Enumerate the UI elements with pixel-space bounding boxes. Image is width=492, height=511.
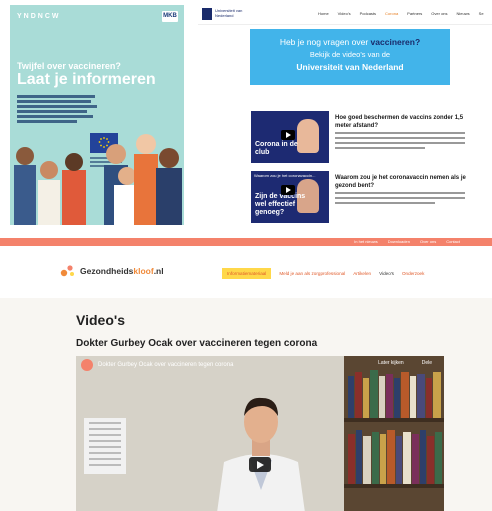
uni-nav-podcasts[interactable]: Podcasts — [360, 11, 376, 16]
menu-onderzoek[interactable]: Onderzoek — [402, 271, 424, 276]
uni-logo-icon[interactable] — [202, 8, 212, 20]
top-link-strip: In het nieuws Downloaden Over ons Contac… — [0, 238, 492, 246]
site-header: Gezondheidskloof.nl Informatiemateriaal … — [0, 246, 492, 298]
uni-nav-corona[interactable]: Corona — [385, 11, 398, 16]
menu-videos[interactable]: Video's — [379, 271, 394, 276]
brand-logo[interactable]: Gezondheidskloof.nl — [60, 264, 164, 278]
menu-zorgprofessional[interactable]: Meld je aan als zorgprofessional — [279, 271, 345, 276]
banner-line-3: Universiteit van Nederland — [296, 62, 404, 72]
wall-poster — [84, 418, 126, 474]
doctor-figure — [217, 397, 305, 511]
video-card[interactable]: Corona in de club Hoe goed beschermen de… — [251, 111, 471, 163]
vaccination-poster: YNDNCW MKB Twijfel over vaccineren? Laat… — [10, 5, 184, 225]
banner-line-1: Heb je nog vragen over vaccineren? — [279, 37, 421, 47]
poster-badge: MKB — [162, 11, 178, 22]
play-icon[interactable] — [281, 130, 295, 140]
top-link-contact[interactable]: Contact — [446, 239, 460, 244]
channel-avatar[interactable] — [81, 359, 93, 371]
video-heading: Dokter Gurbey Ocak over vaccineren tegen… — [76, 338, 318, 349]
thumbnail-caption: Zijn de vaccins wel effectief genoeg? — [255, 193, 306, 216]
banner-line-2: Bekijk de video's van de — [309, 50, 391, 59]
page-title: Video's — [76, 312, 125, 328]
play-button[interactable] — [249, 457, 271, 472]
top-link-over-ons[interactable]: Over ons — [420, 239, 436, 244]
uni-banner[interactable]: Heb je nog vragen over vaccineren? Bekij… — [250, 29, 450, 85]
uni-nav-more[interactable]: Se — [479, 11, 484, 16]
thumbnail-title: Waarom zou je het coronavaccin... — [254, 173, 316, 178]
uni-nav: Home Video's Podcasts Corona Partners Ov… — [318, 11, 484, 16]
top-link-nieuws[interactable]: In het nieuws — [354, 239, 378, 244]
uni-nav-home[interactable]: Home — [318, 11, 329, 16]
brand-dots-icon — [60, 265, 74, 277]
video-thumbnail[interactable]: Waarom zou je het coronavaccin... Zijn d… — [251, 171, 329, 223]
menu-informatiemateriaal[interactable]: Informatiemateriaal — [222, 268, 272, 279]
video-card[interactable]: Waarom zou je het coronavaccin... Zijn d… — [251, 171, 471, 223]
poster-question: Twijfel over vaccineren? — [17, 61, 121, 71]
video-card-description — [335, 132, 465, 152]
people-illustration — [14, 134, 182, 225]
uni-nav-partners[interactable]: Partners — [407, 11, 422, 16]
brand-name: Gezondheidskloof.nl — [80, 266, 164, 276]
uni-nav-over-ons[interactable]: Over ons — [431, 11, 447, 16]
bookshelf — [344, 356, 444, 511]
uni-nav-nieuws[interactable]: Nieuws — [457, 11, 470, 16]
share-button[interactable]: Dele — [422, 360, 432, 366]
gezondheidskloof-website: In het nieuws Downloaden Over ons Contac… — [0, 238, 492, 511]
main-menu: Informatiemateriaal Meld je aan als zorg… — [222, 268, 424, 279]
thumbnail-caption: Corona in de club — [255, 141, 298, 156]
video-card-title[interactable]: Hoe goed beschermen de vaccins zonder 1,… — [335, 114, 471, 130]
watch-later-button[interactable]: Later kijken — [378, 360, 404, 366]
video-thumbnail[interactable]: Corona in de club — [251, 111, 329, 163]
video-card-description — [335, 192, 465, 207]
video-card-title[interactable]: Waarom zou je het coronavaccin nemen als… — [335, 174, 471, 190]
university-website: Universiteit van Nederland Home Video's … — [198, 3, 492, 225]
play-icon[interactable] — [281, 185, 295, 195]
poster-logo: YNDNCW — [17, 13, 61, 20]
video-player[interactable]: Dokter Gurbey Ocak over vaccineren tegen… — [76, 356, 444, 511]
menu-artikelen[interactable]: Artikelen — [353, 271, 371, 276]
uni-topbar: Universiteit van Nederland Home Video's … — [198, 3, 492, 25]
video-title[interactable]: Dokter Gurbey Ocak over vaccineren tegen… — [98, 362, 233, 368]
uni-nav-videos[interactable]: Video's — [338, 11, 351, 16]
top-link-downloaden[interactable]: Downloaden — [388, 239, 410, 244]
video-top-controls: Later kijken Dele — [378, 360, 432, 366]
uni-logo-text: Universiteit van Nederland — [215, 8, 243, 18]
poster-headline: Laat je informeren — [17, 71, 156, 88]
